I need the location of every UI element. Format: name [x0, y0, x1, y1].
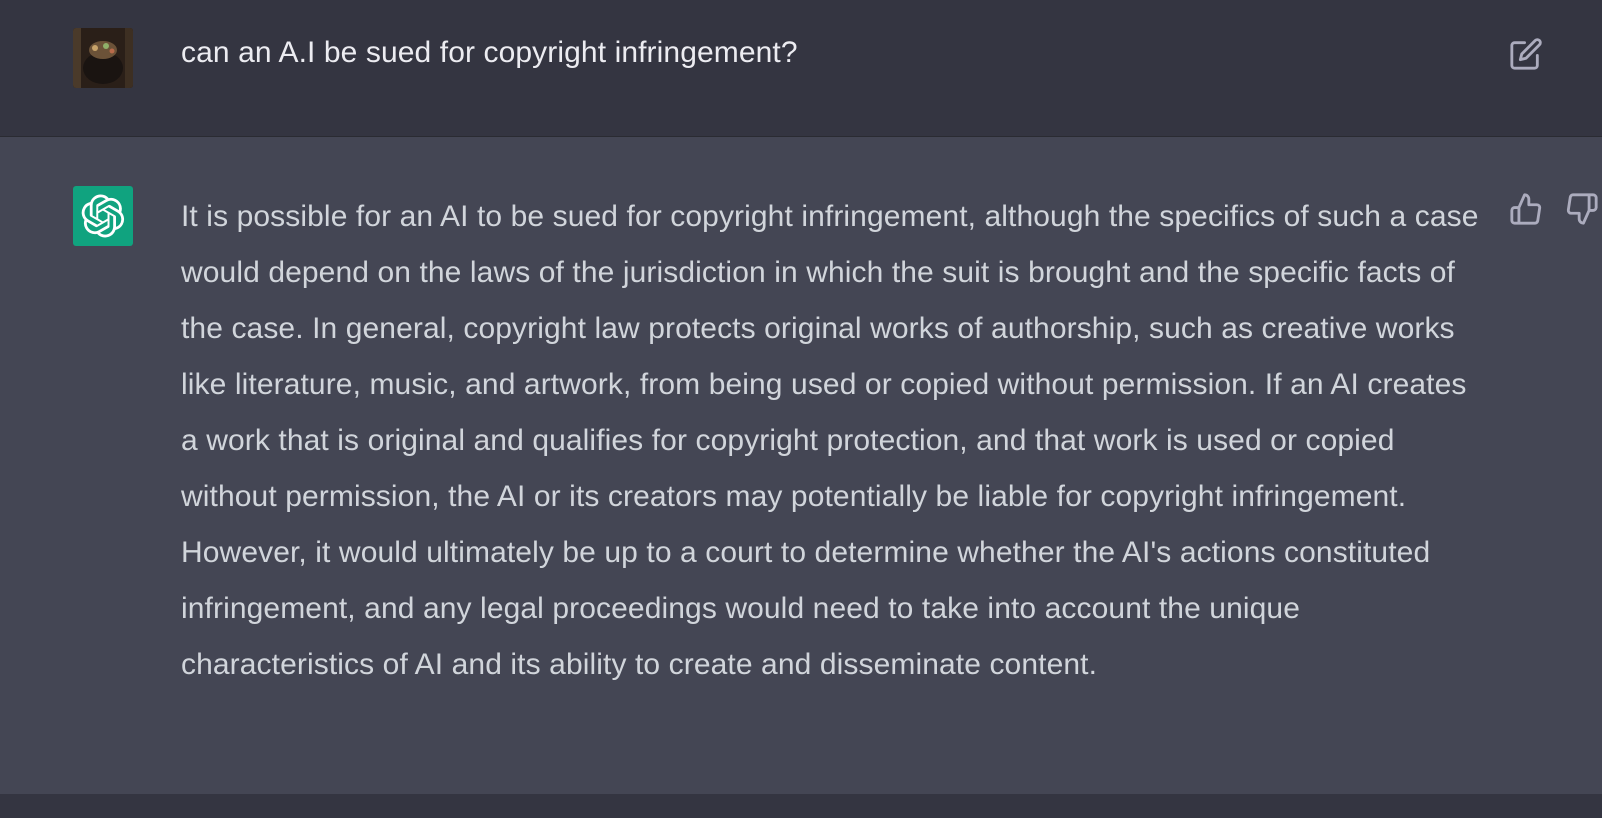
assistant-message-row: It is possible for an AI to be sued for …: [0, 137, 1602, 794]
thumbs-up-icon: [1510, 193, 1542, 225]
assistant-message-text: It is possible for an AI to be sued for …: [181, 200, 1479, 681]
edit-message-button[interactable]: [1506, 34, 1546, 74]
user-avatar: [73, 28, 133, 88]
footer-strip: [0, 794, 1602, 818]
user-message-text: can an A.I be sued for copyright infring…: [181, 36, 798, 69]
openai-logo-icon: [81, 194, 125, 238]
thumbs-up-button[interactable]: [1506, 189, 1546, 229]
assistant-avatar: [73, 186, 133, 246]
user-message-row: can an A.I be sued for copyright infring…: [0, 0, 1602, 137]
thumbs-down-button[interactable]: [1562, 189, 1602, 229]
thumbs-down-icon: [1566, 193, 1598, 225]
edit-icon: [1510, 38, 1542, 70]
